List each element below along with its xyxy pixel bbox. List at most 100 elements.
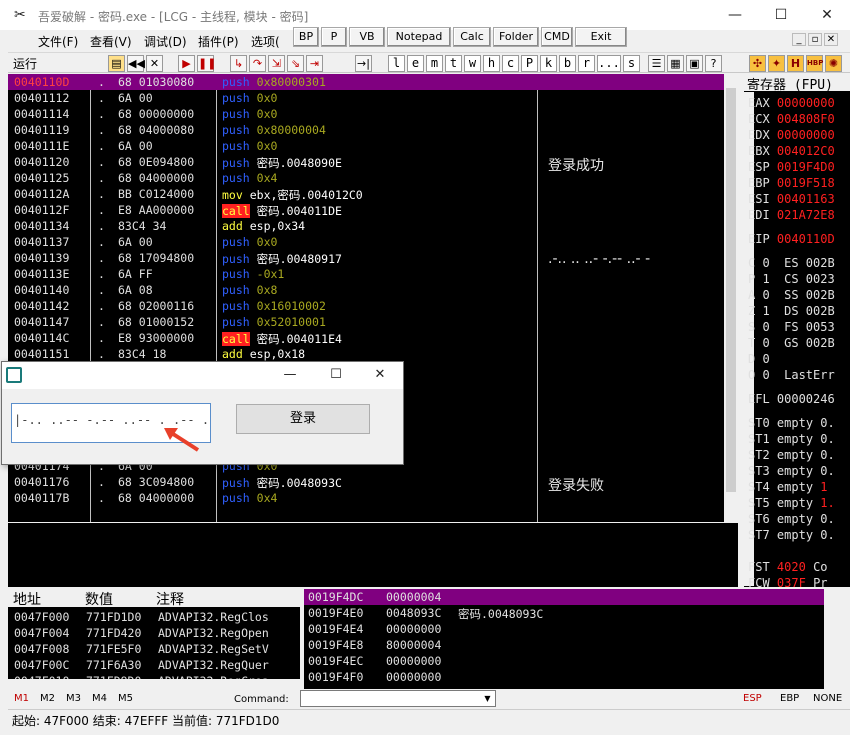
register-ebx[interactable]: EBX 004012C0: [748, 144, 835, 158]
view-handles-button[interactable]: h: [483, 55, 500, 72]
register-edx[interactable]: EDX 00000000: [748, 128, 835, 142]
plugin-notepad-button[interactable]: Notepad: [387, 27, 451, 47]
disasm-row[interactable]: 00401114. 68 00000000 push 0x0: [8, 106, 724, 122]
chevron-down-icon[interactable]: ▼: [481, 692, 494, 705]
pause-icon[interactable]: ❚❚: [197, 55, 216, 72]
goto-icon[interactable]: →|: [355, 55, 372, 72]
register-efl[interactable]: EFL 00000246: [748, 392, 835, 406]
stack-pane[interactable]: 0019F4DC 00000004 0019F4E0 0048093C 密码.00480…: [304, 589, 838, 689]
plugin-p-button[interactable]: P: [321, 27, 347, 47]
register-ebp[interactable]: EBP 0019F518: [748, 176, 835, 190]
register-esp[interactable]: ESP 0019F4D0: [748, 160, 835, 174]
plugin-bp-button[interactable]: BP: [293, 27, 319, 47]
plugin-hbp-icon[interactable]: HBP: [806, 55, 823, 72]
dialog-maximize-button[interactable]: ☐: [313, 362, 359, 389]
register-eip[interactable]: EIP 0040110D: [748, 232, 835, 246]
disasm-row[interactable]: 00401119. 68 04000080 push 0x80000004: [8, 122, 724, 138]
sync-none-button[interactable]: NONE: [813, 693, 842, 704]
mark-m1[interactable]: M1: [14, 693, 29, 704]
fpu-register-row[interactable]: ST1 empty 0.: [748, 432, 835, 446]
flag-row[interactable]: T 0 GS 002B: [748, 336, 835, 350]
sync-ebp-button[interactable]: EBP: [780, 693, 799, 704]
plugin-exit-button[interactable]: Exit: [575, 27, 627, 47]
menu-file[interactable]: 文件(F): [38, 33, 78, 50]
menu-debug[interactable]: 调试(D): [144, 33, 187, 50]
disasm-row[interactable]: 0040117B. 68 04000000 push 0x4: [8, 490, 724, 506]
registers-pane[interactable]: 寄存器 (FPU) EAX 00000000 ECX 004808F0 EDX 00…: [744, 74, 850, 587]
disasm-row[interactable]: 0040112A. BB C0124000 mov ebx,密码.004012C0: [8, 186, 724, 202]
dump-header-address[interactable]: 地址: [13, 589, 41, 609]
stack-row[interactable]: 0019F4E4 00000000: [304, 621, 824, 637]
open-icon[interactable]: ▤: [108, 55, 125, 72]
disasm-row[interactable]: 0040112F. E8 AA000000 call 密码.004011DE: [8, 202, 724, 218]
flag-row[interactable]: C 0 ES 002B: [748, 256, 835, 270]
minimize-button[interactable]: —: [712, 0, 758, 30]
stack-row[interactable]: 0019F4E8 80000004: [304, 637, 824, 653]
mark-m3[interactable]: M3: [66, 693, 81, 704]
disassembly-scrollbar[interactable]: [724, 74, 738, 522]
close-icon[interactable]: ✕: [146, 55, 163, 72]
step-over-icon[interactable]: ↷: [249, 55, 266, 72]
grid-icon[interactable]: ▦: [667, 55, 684, 72]
fpu-register-row[interactable]: ST7 empty 0.: [748, 528, 835, 542]
maximize-button[interactable]: ☐: [758, 0, 804, 30]
disasm-row[interactable]: 00401125. 68 04000000 push 0x4: [8, 170, 724, 186]
view-runtrace-button[interactable]: ...: [597, 55, 621, 72]
sync-esp-button[interactable]: ESP: [743, 693, 762, 704]
view-windows-button[interactable]: w: [464, 55, 481, 72]
dialog-close-button[interactable]: ✕: [357, 362, 403, 389]
mdi-restore-button[interactable]: ▫: [808, 33, 822, 46]
fpu-register-row[interactable]: ST3 empty 0.: [748, 464, 835, 478]
fpu-register-row[interactable]: ST2 empty 0.: [748, 448, 835, 462]
dump-header-value[interactable]: 数值: [85, 589, 113, 609]
mark-m2[interactable]: M2: [40, 693, 55, 704]
options-icon[interactable]: ▣: [686, 55, 703, 72]
view-source-button[interactable]: s: [623, 55, 640, 72]
disasm-row[interactable]: 00401120. 68 0E094800 push 密码.0048090E 登录成功: [8, 154, 724, 174]
view-breakpoints-button[interactable]: b: [559, 55, 576, 72]
view-cpu-button[interactable]: c: [502, 55, 519, 72]
mdi-minimize-button[interactable]: _: [792, 33, 806, 46]
dump-hscrollbar[interactable]: [8, 679, 300, 689]
disasm-row[interactable]: 00401142. 68 02000116 push 0x16010002: [8, 298, 724, 314]
fpu-register-row[interactable]: ST5 empty 1.: [748, 496, 835, 510]
view-modules-button[interactable]: e: [407, 55, 424, 72]
disasm-row[interactable]: 00401112. 6A 00 push 0x0: [8, 90, 724, 106]
view-patches-button[interactable]: P: [521, 55, 538, 72]
close-button[interactable]: ✕: [804, 0, 850, 30]
menu-plugins[interactable]: 插件(P): [198, 33, 239, 50]
register-fst[interactable]: FST 4020 Co: [748, 560, 828, 574]
disasm-row[interactable]: 00401134. 83C4 34 add esp,0x34: [8, 218, 724, 234]
disasm-row[interactable]: 00401137. 6A 00 push 0x0: [8, 234, 724, 250]
trace-over-icon[interactable]: ⇘: [287, 55, 304, 72]
view-callstack-button[interactable]: k: [540, 55, 557, 72]
stack-row[interactable]: 0019F4DC 00000004: [304, 589, 824, 605]
stack-row[interactable]: 0019F4E0 0048093C 密码.0048093C: [304, 605, 824, 621]
dump-header-comment[interactable]: 注释: [156, 589, 184, 609]
mark-m5[interactable]: M5: [118, 693, 133, 704]
command-input[interactable]: ▼: [300, 690, 496, 707]
plugin-h-icon[interactable]: H: [787, 55, 804, 72]
step-into-icon[interactable]: ↳: [230, 55, 247, 72]
flag-row[interactable]: P 1 CS 0023: [748, 272, 835, 286]
stack-scrollbar[interactable]: [824, 589, 838, 689]
register-eax[interactable]: EAX 00000000: [748, 96, 835, 110]
fpu-register-row[interactable]: ST4 empty 1: [748, 480, 828, 494]
register-edi[interactable]: EDI 021A72E8: [748, 208, 835, 222]
disasm-row[interactable]: 0040110D. 68 01030080 push 0x80000301: [8, 74, 724, 90]
view-memory-button[interactable]: m: [426, 55, 443, 72]
register-ecx[interactable]: ECX 004808F0: [748, 112, 835, 126]
flag-row[interactable]: O 0 LastErr: [748, 368, 835, 382]
view-log-button[interactable]: l: [388, 55, 405, 72]
plugin-gear-icon[interactable]: ✺: [825, 55, 842, 72]
login-button[interactable]: 登录: [236, 404, 370, 434]
plugin-cmd-button[interactable]: CMD: [541, 27, 573, 47]
menu-view[interactable]: 查看(V): [90, 33, 132, 50]
plugin-folder-button[interactable]: Folder: [493, 27, 539, 47]
disasm-row[interactable]: 0040113E. 6A FF push -0x1: [8, 266, 724, 282]
disasm-row[interactable]: 00401151. 83C4 18 add esp,0x18: [8, 346, 724, 362]
help-icon[interactable]: ?: [705, 55, 722, 72]
fpu-register-row[interactable]: ST6 empty 0.: [748, 512, 835, 526]
disasm-row[interactable]: 0040111E. 6A 00 push 0x0: [8, 138, 724, 154]
trace-into-icon[interactable]: ⇲: [268, 55, 285, 72]
